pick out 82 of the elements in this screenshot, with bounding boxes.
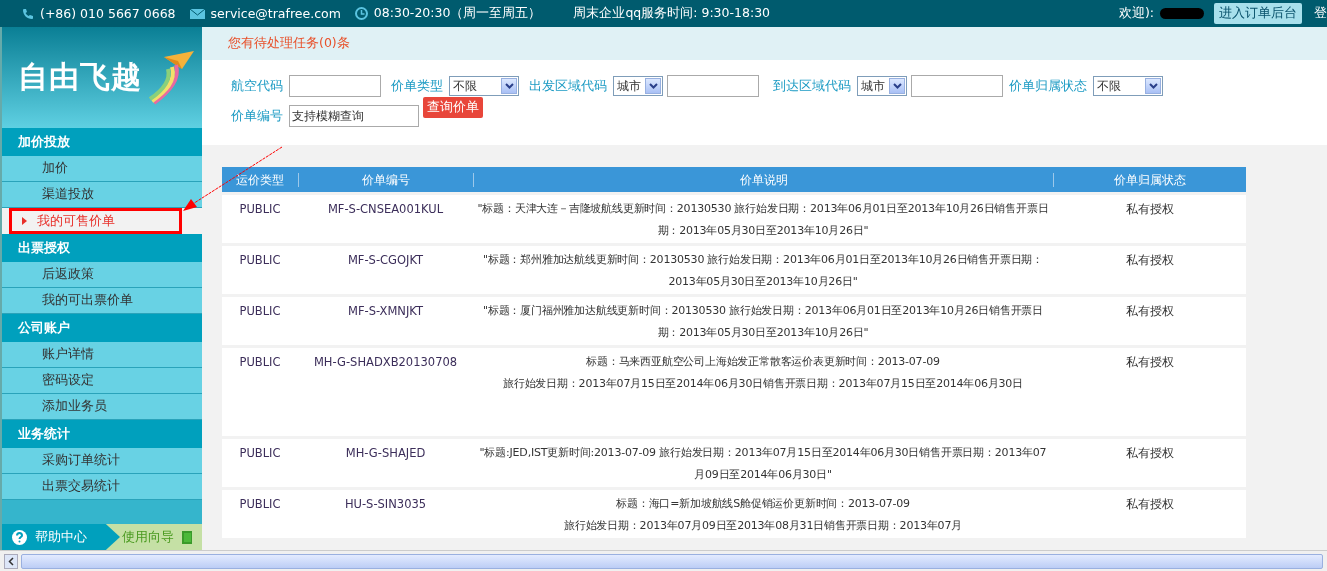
column-header: 价单归属状态 bbox=[1053, 172, 1246, 187]
filter-label: 价单类型 bbox=[391, 77, 443, 95]
description-text: 旅行始发日期：2013年07月15日至2014年06月30日销售开票日期：2013年07月15日至2014年06月30日 bbox=[502, 376, 1024, 392]
welcome-text: 欢迎): bbox=[1118, 5, 1154, 22]
search-price-button[interactable]: 查询价单 bbox=[423, 97, 483, 118]
chevron-down-icon bbox=[889, 78, 905, 94]
menu-section-header: 加价投放 bbox=[2, 128, 202, 156]
menu-section-header: 业务统计 bbox=[2, 420, 202, 448]
table-cell-text: MF-S-XMNJKT bbox=[347, 303, 424, 320]
table-cell-text: 私有授权 bbox=[1124, 252, 1175, 269]
table-cell-text: PUBLIC bbox=[238, 303, 282, 320]
pending-tasks-notice: 您有待处理任务(0)条 bbox=[202, 27, 1327, 60]
menu-item[interactable]: 账户详情 bbox=[2, 342, 202, 368]
weekend-hours: 周末企业qq服务时间: 9:30-18:30 bbox=[573, 5, 771, 22]
dropdown-select[interactable]: 城市 bbox=[613, 76, 663, 96]
text-field[interactable] bbox=[911, 75, 1003, 97]
mail-icon bbox=[189, 8, 205, 19]
phone-number: (+86) 010 5667 0668 bbox=[40, 6, 176, 21]
table-cell-text: 私有授权 bbox=[1124, 201, 1175, 218]
chevron-down-icon bbox=[645, 78, 661, 94]
dropdown-select[interactable]: 城市 bbox=[857, 76, 907, 96]
order-backend-button[interactable]: 进入订单后台 bbox=[1214, 3, 1302, 24]
description-text: "标题:JED,IST更新时间:2013-07-09 旅行始发日期：2013年07月15日至2014年06月30日销售开票日期：2013年07月09日至2014年06月30日" bbox=[478, 445, 1048, 483]
table-cell-text: MH-G-SHADXB20130708 bbox=[312, 354, 459, 371]
table-cell-text: MH-G-SHAJED bbox=[344, 445, 427, 462]
column-header: 价单说明 bbox=[473, 172, 1053, 187]
table-cell-text: MF-S-CGOJKT bbox=[346, 252, 425, 269]
menu-item[interactable]: 采购订单统计 bbox=[2, 448, 202, 474]
filter-label: 航空代码 bbox=[231, 77, 283, 95]
text-field[interactable]: 支持模糊查询 bbox=[289, 105, 419, 127]
table-cell-text: HU-S-SIN3035 bbox=[343, 496, 428, 513]
menu-section-header: 公司账户 bbox=[2, 314, 202, 342]
column-header: 运价类型 bbox=[235, 172, 285, 187]
redaction-mark bbox=[1160, 8, 1204, 19]
logo-text: 自由飞越 bbox=[18, 58, 142, 96]
filter-label: 出发区域代码 bbox=[529, 77, 607, 95]
chevron-left-icon[interactable] bbox=[4, 553, 18, 569]
chevron-down-icon bbox=[1145, 78, 1161, 94]
triangle-right-icon bbox=[22, 217, 27, 225]
table-cell-text: 私有授权 bbox=[1124, 496, 1175, 513]
table-cell-text: PUBLIC bbox=[238, 201, 282, 218]
description-text: 标题：海口=新加坡航线S舱促销运价更新时间：2013-07-09 bbox=[615, 496, 911, 512]
menu-item[interactable]: 后返政策 bbox=[2, 262, 202, 288]
table-cell-text: PUBLIC bbox=[238, 252, 282, 269]
description-text: "标题：郑州雅加达航线更新时间：20130530 旅行始发日期：2013年06月01日至2013年10月26日销售开票日期：2013年05月30日至2013年10月26日" bbox=[481, 252, 1045, 290]
phone-icon bbox=[22, 7, 34, 20]
table-cell-text: 私有授权 bbox=[1124, 303, 1175, 320]
logout-link[interactable]: 登 bbox=[1314, 5, 1327, 22]
description-text: "标题：厦门福州雅加达航线更新时间：20130530 旅行始发日期：2013年06月01日至2013年10月26日销售开票日期：2013年05月30日至2013年10月26日" bbox=[481, 303, 1045, 341]
dropdown-select[interactable]: 不限 bbox=[1093, 76, 1163, 96]
clock-icon bbox=[354, 7, 368, 20]
table-cell-text: 私有授权 bbox=[1124, 354, 1175, 371]
menu-item[interactable]: 渠道投放 bbox=[2, 182, 202, 208]
description-text: 标题：马来西亚航空公司上海始发正常散客运价表更新时间：2013-07-09 bbox=[585, 354, 941, 370]
question-mark-icon bbox=[12, 529, 27, 545]
menu-item[interactable]: 我的可出票价单 bbox=[2, 288, 202, 314]
filter-label: 到达区域代码 bbox=[773, 77, 851, 95]
chevron-down-icon bbox=[501, 78, 517, 94]
text-field[interactable] bbox=[667, 75, 759, 97]
menu-item[interactable]: 添加业务员 bbox=[2, 394, 202, 420]
column-header: 价单编号 bbox=[298, 172, 473, 187]
table-cell-text: MF-S-CNSEA001KUL bbox=[326, 201, 445, 218]
scrollbar-thumb[interactable] bbox=[21, 553, 1323, 569]
book-icon bbox=[182, 530, 192, 544]
menu-item[interactable]: 出票交易统计 bbox=[2, 474, 202, 500]
menu-item[interactable]: 加价 bbox=[2, 156, 202, 182]
table-cell-text: PUBLIC bbox=[238, 354, 282, 371]
filter-label: 价单归属状态 bbox=[1009, 77, 1087, 95]
table-cell-text: PUBLIC bbox=[238, 496, 282, 513]
menu-section-header: 出票授权 bbox=[2, 234, 202, 262]
menu-item[interactable]: 我的可售价单 bbox=[9, 208, 182, 234]
table-cell-text: PUBLIC bbox=[238, 445, 282, 462]
description-text: 旅行始发日期：2013年07月09日至2013年08月31日销售开票日期：2013年07月 bbox=[563, 518, 963, 534]
text-field[interactable] bbox=[289, 75, 381, 97]
filter-label: 价单编号 bbox=[231, 107, 283, 125]
dropdown-select[interactable]: 不限 bbox=[449, 76, 519, 96]
menu-item[interactable]: 密码设定 bbox=[2, 368, 202, 394]
description-text: "标题：天津大连－吉隆坡航线更新时间：20130530 旅行始发日期：2013年06月01日至2013年10月26日销售开票日期：2013年05月30日至2013年10月26日" bbox=[476, 201, 1050, 239]
service-hours: 08:30-20:30（周一至周五） bbox=[373, 5, 542, 22]
table-cell-text: 私有授权 bbox=[1124, 445, 1175, 462]
email-address: service@trafree.com bbox=[210, 6, 341, 21]
horizontal-scrollbar[interactable] bbox=[0, 550, 1327, 571]
